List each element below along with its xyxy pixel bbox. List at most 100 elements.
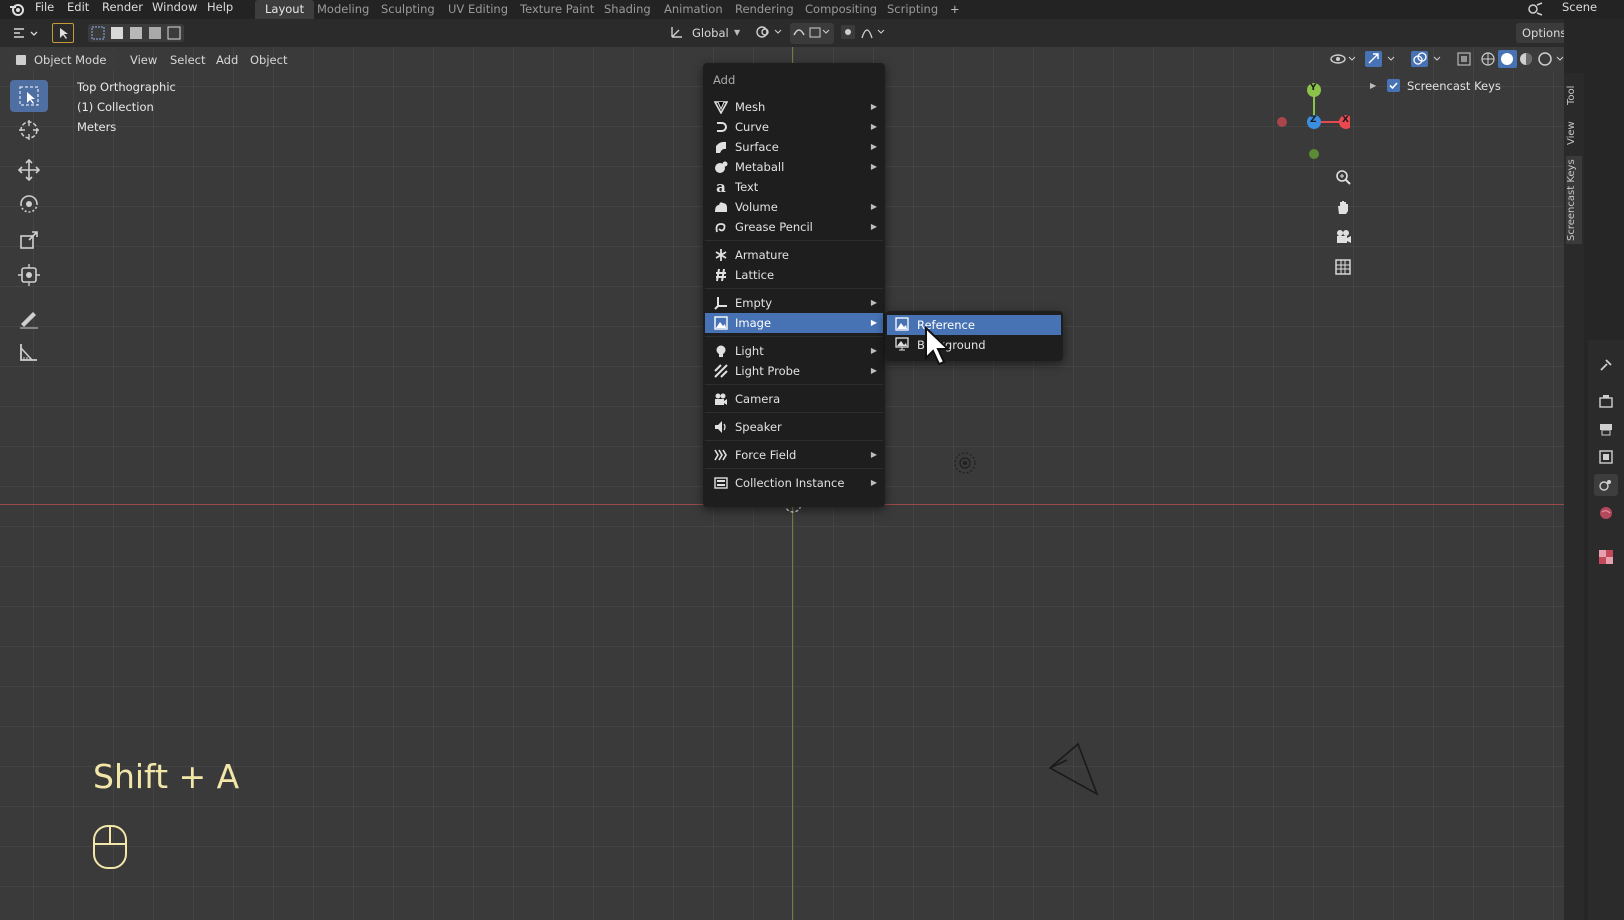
scale-icon [20, 231, 38, 249]
measure-tool-button[interactable] [10, 336, 48, 368]
zoom-button[interactable] [1330, 164, 1356, 190]
tab-screencast-keys[interactable]: Screencast Keys [1566, 156, 1582, 244]
submenu-item-reference[interactable]: Reference [887, 315, 1061, 335]
light-icon [713, 343, 729, 359]
screencast-keys-checkbox[interactable] [1387, 79, 1400, 92]
menu-item-light[interactable]: Light ▶ [705, 341, 883, 361]
curve-icon [713, 119, 729, 135]
menu-item-mesh[interactable]: Mesh ▶ [705, 97, 883, 117]
properties-tabs [1588, 340, 1624, 920]
menu-item-camera[interactable]: Camera [705, 389, 883, 409]
transform-orientation-dropdown[interactable]: Global [686, 23, 735, 43]
add-menu-title: Add [713, 73, 736, 87]
menu-item-collection-instance[interactable]: Collection Instance ▶ [705, 473, 883, 493]
select-box-tool-icon[interactable] [52, 23, 74, 43]
view-layer-properties-icon[interactable] [1599, 450, 1613, 467]
object-menu[interactable]: Object [244, 50, 293, 70]
select-box-tool-button[interactable] [10, 80, 48, 112]
menu-item-speaker[interactable]: Speaker [705, 417, 883, 437]
menu-render[interactable]: Render [102, 0, 143, 19]
blender-logo-icon[interactable] [9, 2, 25, 16]
scale-tool-button[interactable] [10, 224, 48, 256]
scene-icon[interactable] [1527, 2, 1543, 19]
texture-properties-icon[interactable] [1599, 550, 1613, 567]
ortho-toggle-button[interactable] [1330, 254, 1356, 280]
camera-icon [713, 391, 729, 407]
speaker-icon [713, 419, 729, 435]
tab-sculpting[interactable]: Sculpting [371, 0, 445, 19]
view-menu[interactable]: View [124, 50, 163, 70]
menu-separator [705, 336, 883, 337]
submenu-arrow-icon: ▶ [870, 298, 877, 307]
menu-item-armature[interactable]: Armature [705, 245, 883, 265]
hand-icon [1338, 201, 1348, 214]
editor-type-icon[interactable] [10, 23, 40, 43]
camera-icon [1337, 230, 1351, 243]
menu-file[interactable]: File [35, 0, 54, 19]
submenu-item-background[interactable]: Background [887, 335, 1061, 355]
menu-edit[interactable]: Edit [67, 0, 89, 19]
world-properties-icon[interactable] [1599, 506, 1613, 523]
cursor-icon [19, 120, 39, 140]
scene-name[interactable]: Scene [1562, 0, 1597, 15]
screencast-keys-text: Shift + A [93, 757, 240, 796]
menu-item-light-probe[interactable]: Light Probe ▶ [705, 361, 883, 381]
menu-item-volume[interactable]: Volume ▶ [705, 197, 883, 217]
tab-layout[interactable]: Layout [255, 0, 315, 19]
select-menu[interactable]: Select [164, 50, 211, 70]
menu-item-text[interactable]: a Text [705, 177, 883, 197]
menu-item-empty[interactable]: Empty ▶ [705, 293, 883, 313]
submenu-arrow-icon: ▶ [870, 142, 877, 151]
shading-modes-icons[interactable] [1478, 50, 1568, 71]
screencast-keys-label: Screencast Keys [1407, 79, 1501, 93]
tool-properties-icon[interactable] [1599, 358, 1613, 375]
scene-properties-icon[interactable] [1594, 474, 1618, 496]
menu-item-grease-pencil[interactable]: Grease Pencil ▶ [705, 217, 883, 237]
menu-help[interactable]: Help [207, 0, 233, 19]
tab-view[interactable]: View [1566, 116, 1582, 150]
tab-compositing[interactable]: Compositing [795, 0, 887, 19]
force-field-icon [713, 447, 729, 463]
add-menu[interactable]: Add [210, 50, 244, 70]
tab-animation[interactable]: Animation [654, 0, 733, 19]
cursor-tool-button[interactable] [10, 114, 48, 146]
menu-item-surface[interactable]: Surface ▶ [705, 137, 883, 157]
menu-item-curve[interactable]: Curve ▶ [705, 117, 883, 137]
tab-shading[interactable]: Shading [594, 0, 661, 19]
render-properties-icon[interactable] [1599, 394, 1613, 411]
tool-header: Global ▼ Options [0, 19, 1610, 47]
selection-mode-icons[interactable] [88, 24, 184, 42]
transform-tool-button[interactable] [10, 259, 48, 291]
menu-window[interactable]: Window [152, 0, 197, 19]
submenu-arrow-icon: ▶ [870, 478, 877, 487]
snap-icon[interactable] [790, 23, 834, 44]
navigation-gizmo[interactable]: Y Z X [1270, 80, 1353, 166]
visibility-icon[interactable] [1330, 51, 1360, 70]
menu-item-image[interactable]: Image ▶ [705, 313, 883, 333]
menu-item-lattice[interactable]: Lattice [705, 265, 883, 285]
reference-image-icon [895, 317, 911, 333]
light-object[interactable] [952, 450, 978, 479]
xray-icon[interactable] [1456, 51, 1472, 70]
tab-scripting[interactable]: Scripting [877, 0, 948, 19]
camera-view-button[interactable] [1330, 224, 1356, 250]
move-tool-button[interactable] [10, 154, 48, 186]
rotate-tool-button[interactable] [10, 188, 48, 220]
annotate-tool-button[interactable] [10, 302, 48, 334]
pivot-point-icon[interactable] [755, 24, 785, 43]
gizmo-toggle-icon[interactable] [1364, 50, 1404, 71]
overlays-icon[interactable] [1410, 50, 1450, 71]
tab-texture-paint[interactable]: Texture Paint [510, 0, 604, 19]
pan-button[interactable] [1330, 194, 1356, 220]
proportional-editing-icon[interactable] [840, 24, 890, 43]
tab-rendering[interactable]: Rendering [725, 0, 804, 19]
menu-item-metaball[interactable]: Metaball ▶ [705, 157, 883, 177]
tab-uv-editing[interactable]: UV Editing [438, 0, 518, 19]
menu-item-force-field[interactable]: Force Field ▶ [705, 445, 883, 465]
add-workspace-button[interactable]: + [940, 0, 970, 19]
camera-object[interactable] [1045, 740, 1105, 803]
tab-tool[interactable]: Tool [1566, 78, 1582, 112]
tab-modeling[interactable]: Modeling [307, 0, 379, 19]
volume-icon [713, 199, 729, 215]
output-properties-icon[interactable] [1599, 422, 1613, 439]
